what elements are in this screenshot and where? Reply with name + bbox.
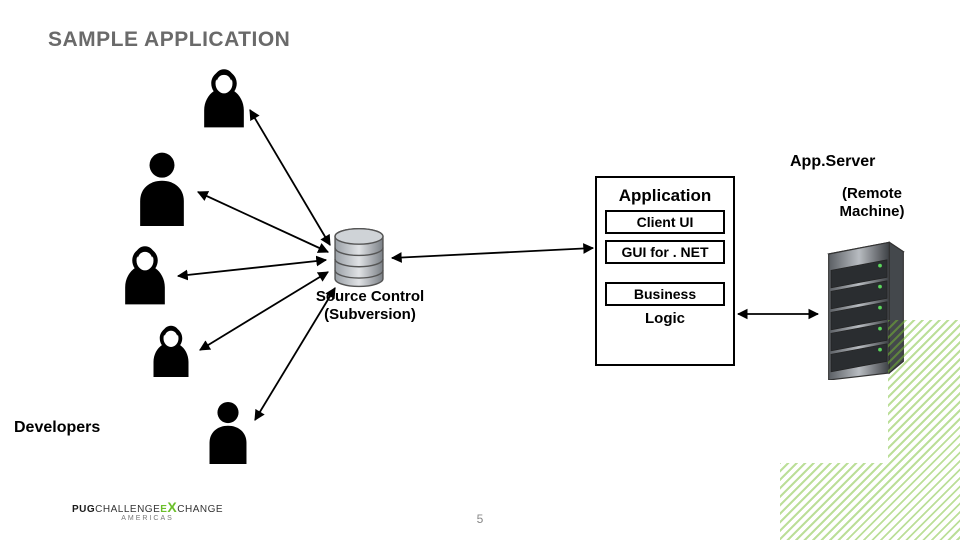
logo-x-icon: X bbox=[167, 499, 177, 515]
source-control-line2: (Subversion) bbox=[324, 306, 416, 323]
remote-machine-label: (Remote Machine) bbox=[832, 185, 912, 221]
appserver-label: App.Server bbox=[790, 152, 875, 171]
source-control-label: Source Control (Subversion) bbox=[305, 288, 435, 324]
gui-net-box: GUI for . NET bbox=[605, 240, 725, 264]
source-control-line1: Source Control bbox=[316, 288, 424, 305]
person-icon bbox=[195, 65, 253, 133]
logo-sub: AMERICAS bbox=[121, 515, 174, 522]
footer-logo: PUGCHALLENGEEXCHANGE AMERICAS bbox=[72, 499, 223, 522]
remote-line1: (Remote bbox=[842, 185, 902, 202]
logo-pug: PUG bbox=[72, 504, 95, 515]
person-icon bbox=[145, 322, 197, 382]
person-icon bbox=[116, 242, 174, 310]
person-icon bbox=[200, 398, 256, 464]
person-icon bbox=[130, 148, 194, 226]
application-box: Application Client UI GUI for . NET Busi… bbox=[595, 176, 735, 366]
application-title: Application bbox=[605, 186, 725, 206]
business-box: Business bbox=[605, 282, 725, 306]
developers-label: Developers bbox=[14, 418, 100, 437]
client-ui-box: Client UI bbox=[605, 210, 725, 234]
logo-change: CHANGE bbox=[177, 504, 223, 515]
remote-line2: Machine) bbox=[839, 203, 904, 220]
database-icon bbox=[330, 228, 388, 290]
slide-title: SAMPLE APPLICATION bbox=[48, 28, 290, 52]
logo-challenge: CHALLENGE bbox=[95, 504, 160, 515]
logic-label: Logic bbox=[605, 310, 725, 327]
page-number: 5 bbox=[477, 512, 484, 526]
